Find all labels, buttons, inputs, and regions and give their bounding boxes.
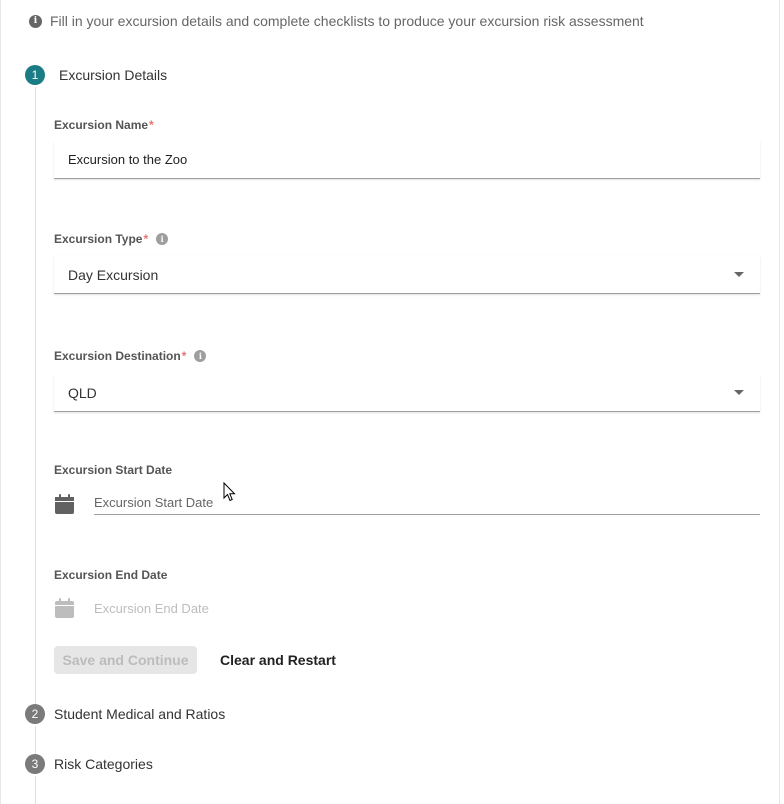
excursion-name-label: Excursion Name *	[54, 118, 154, 132]
required-marker: *	[149, 118, 154, 132]
clear-and-restart-button[interactable]: Clear and Restart	[220, 646, 336, 674]
step-1-badge[interactable]: 1	[25, 65, 45, 85]
step-3-title[interactable]: Risk Categories	[54, 756, 153, 772]
excursion-name-input[interactable]: Excursion to the Zoo	[54, 141, 760, 179]
step-2-title[interactable]: Student Medical and Ratios	[54, 706, 225, 722]
excursion-end-date-label: Excursion End Date	[54, 568, 168, 582]
stepper-line	[35, 87, 36, 704]
page-frame: i Fill in your excursion details and com…	[0, 0, 780, 804]
chevron-down-icon	[734, 390, 744, 395]
excursion-type-label: Excursion Type * i	[54, 232, 169, 246]
info-icon: i	[29, 14, 42, 28]
excursion-start-date-label: Excursion Start Date	[54, 463, 173, 477]
excursion-destination-info-icon[interactable]: i	[194, 350, 207, 362]
save-and-continue-button[interactable]: Save and Continue	[54, 646, 197, 674]
stepper-line	[35, 726, 36, 754]
excursion-type-select[interactable]: Day Excursion	[54, 256, 760, 294]
excursion-destination-label: Excursion Destination * i	[54, 349, 207, 363]
calendar-icon	[55, 598, 74, 618]
excursion-type-info-icon[interactable]: i	[156, 233, 169, 245]
excursion-name-value: Excursion to the Zoo	[68, 152, 188, 167]
excursion-start-date-placeholder: Excursion Start Date	[94, 495, 214, 510]
chevron-down-icon	[734, 272, 744, 277]
step-2-badge[interactable]: 2	[25, 704, 45, 724]
excursion-start-date-input[interactable]: Excursion Start Date	[94, 493, 760, 515]
excursion-destination-select[interactable]: QLD	[54, 374, 760, 412]
excursion-end-date-input: Excursion End Date	[94, 598, 760, 620]
excursion-end-date-placeholder: Excursion End Date	[94, 601, 209, 616]
info-banner: i Fill in your excursion details and com…	[29, 13, 644, 29]
excursion-type-value: Day Excursion	[68, 266, 159, 283]
required-marker: *	[181, 349, 187, 363]
step-1-title[interactable]: Excursion Details	[59, 67, 167, 83]
info-banner-text: Fill in your excursion details and compl…	[50, 13, 644, 29]
mouse-cursor-icon	[223, 482, 236, 502]
required-marker: *	[143, 232, 149, 246]
excursion-destination-value: QLD	[68, 384, 97, 401]
calendar-icon[interactable]	[54, 494, 75, 515]
step-3-badge[interactable]: 3	[25, 754, 45, 774]
stepper-line	[35, 776, 36, 804]
